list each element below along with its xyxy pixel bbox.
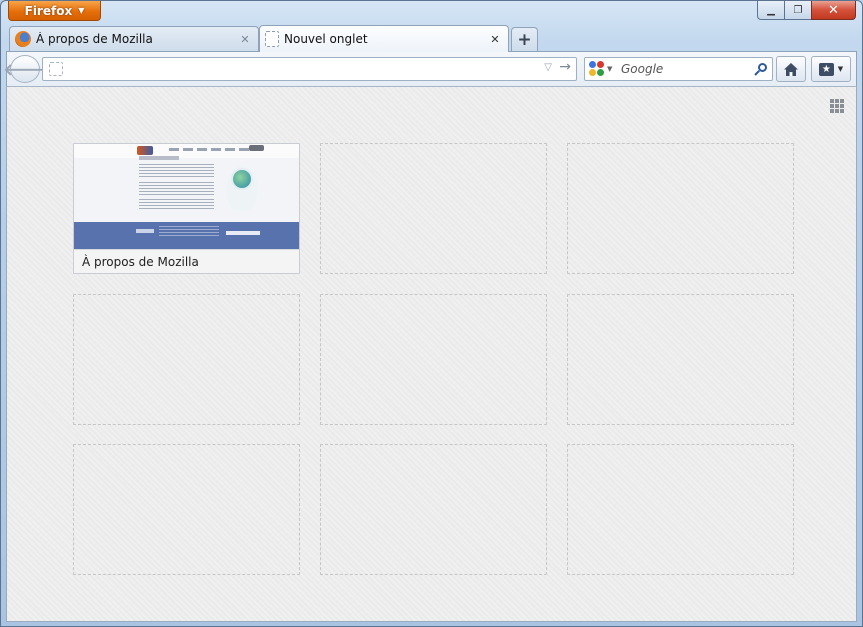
firefox-menu-button[interactable]: Firefox ▼ [8, 1, 101, 21]
maximize-button[interactable]: ❐ [784, 1, 811, 20]
chevron-down-icon: ▼ [837, 65, 844, 73]
google-engine-icon[interactable] [589, 61, 605, 77]
tab-close-icon[interactable]: ✕ [238, 33, 252, 46]
new-tab-button[interactable]: + [511, 27, 538, 51]
window-controls: ▁ ❐ ✕ [757, 1, 856, 21]
navigation-toolbar: 🡐 ▽ → ▼ ★ [4, 51, 857, 87]
firefox-menu-label: Firefox [24, 3, 73, 18]
url-input[interactable] [69, 60, 529, 78]
chevron-down-icon: ▼ [78, 6, 85, 15]
url-bar[interactable]: ▽ → [42, 57, 577, 81]
close-icon: ✕ [828, 2, 839, 18]
empty-tile [73, 444, 300, 575]
tab-strip: À propos de Mozilla ✕ Nouvel onglet ✕ + [9, 25, 538, 52]
search-icon [753, 62, 767, 76]
tab-label: Nouvel onglet [284, 32, 368, 46]
close-window-button[interactable]: ✕ [811, 1, 856, 20]
history-dropdown-icon[interactable]: ▽ [544, 62, 552, 73]
minimize-icon: ▁ [767, 4, 775, 16]
minimize-button[interactable]: ▁ [757, 1, 784, 20]
bookmarks-menu-button[interactable]: ★ ▼ [811, 56, 851, 82]
engine-dropdown-icon[interactable]: ▼ [607, 65, 612, 73]
empty-tile [320, 294, 547, 425]
go-arrow-icon[interactable]: → [559, 59, 571, 75]
star-icon: ★ [818, 62, 834, 76]
firefox-icon [15, 31, 31, 47]
site-identity-icon[interactable] [49, 62, 63, 76]
plus-icon: + [517, 29, 532, 50]
tab-about-mozilla[interactable]: À propos de Mozilla ✕ [9, 26, 259, 51]
empty-tile [73, 294, 300, 425]
empty-tile [320, 143, 547, 274]
grid-toggle-icon[interactable] [830, 99, 844, 113]
empty-tile [567, 444, 794, 575]
tab-label: À propos de Mozilla [36, 32, 153, 46]
browser-window: Firefox ▼ ▁ ❐ ✕ À propos de Mozilla ✕ No… [0, 0, 863, 627]
new-tab-page: À propos de Mozilla [6, 87, 857, 622]
home-button[interactable] [776, 56, 806, 82]
site-tile-title: À propos de Mozilla [74, 249, 299, 273]
restore-icon: ❐ [793, 4, 803, 16]
search-input[interactable] [621, 60, 746, 78]
home-icon [784, 62, 798, 76]
search-button[interactable] [752, 60, 768, 78]
blank-page-icon [265, 31, 279, 47]
empty-tile [320, 444, 547, 575]
site-thumbnail [74, 144, 299, 249]
empty-tile [567, 294, 794, 425]
search-bar[interactable]: ▼ [584, 57, 773, 81]
tab-close-icon[interactable]: ✕ [488, 33, 502, 46]
back-button[interactable]: 🡐 [4, 55, 46, 83]
empty-tile [567, 143, 794, 274]
site-tile-about-mozilla[interactable]: À propos de Mozilla [73, 143, 300, 274]
back-arrow-icon: 🡐 [3, 60, 47, 79]
tab-new-tab[interactable]: Nouvel onglet ✕ [259, 25, 509, 52]
